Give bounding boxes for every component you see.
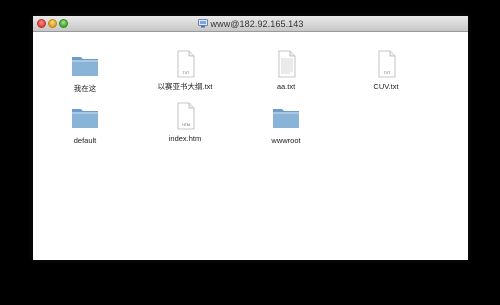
file-name: 我在这 [73, 84, 97, 93]
file-item[interactable]: default [45, 104, 125, 145]
finder-window: www@182.92.165.143 我在这 TXT 以赛亚书大纲.txt aa… [33, 16, 468, 260]
file-type-badge: TXT [384, 71, 391, 75]
text-file-icon [278, 50, 296, 78]
text-file-icon: TXT [378, 50, 396, 78]
file-browser: 我在这 TXT 以赛亚书大纲.txt aa.txt TXT CUV.txt de… [33, 32, 468, 260]
file-item[interactable]: aa.txt [246, 50, 326, 91]
file-item[interactable]: HTM index.htm [145, 102, 225, 143]
folder-icon [72, 109, 98, 128]
file-item[interactable]: TXT 以赛亚书大纲.txt [145, 50, 225, 91]
file-name: default [73, 136, 97, 145]
file-item[interactable]: TXT CUV.txt [346, 50, 426, 91]
file-name: wwwroot [271, 136, 301, 145]
server-icon [197, 19, 208, 28]
folder-icon [72, 57, 98, 76]
title-bar[interactable]: www@182.92.165.143 [33, 16, 468, 32]
text-file-icon: TXT [177, 50, 195, 78]
file-type-badge: TXT [183, 71, 190, 75]
file-type-badge: HTM [182, 123, 190, 127]
file-item[interactable]: 我在这 [45, 52, 125, 93]
file-name: 以赛亚书大纲.txt [157, 82, 213, 91]
file-name: aa.txt [276, 82, 296, 91]
file-name: index.htm [168, 134, 202, 143]
window-title: www@182.92.165.143 [210, 18, 304, 29]
folder-icon [273, 109, 299, 128]
html-file-icon: HTM [177, 102, 195, 130]
file-item[interactable]: wwwroot [246, 104, 326, 145]
file-name: CUV.txt [373, 82, 399, 91]
